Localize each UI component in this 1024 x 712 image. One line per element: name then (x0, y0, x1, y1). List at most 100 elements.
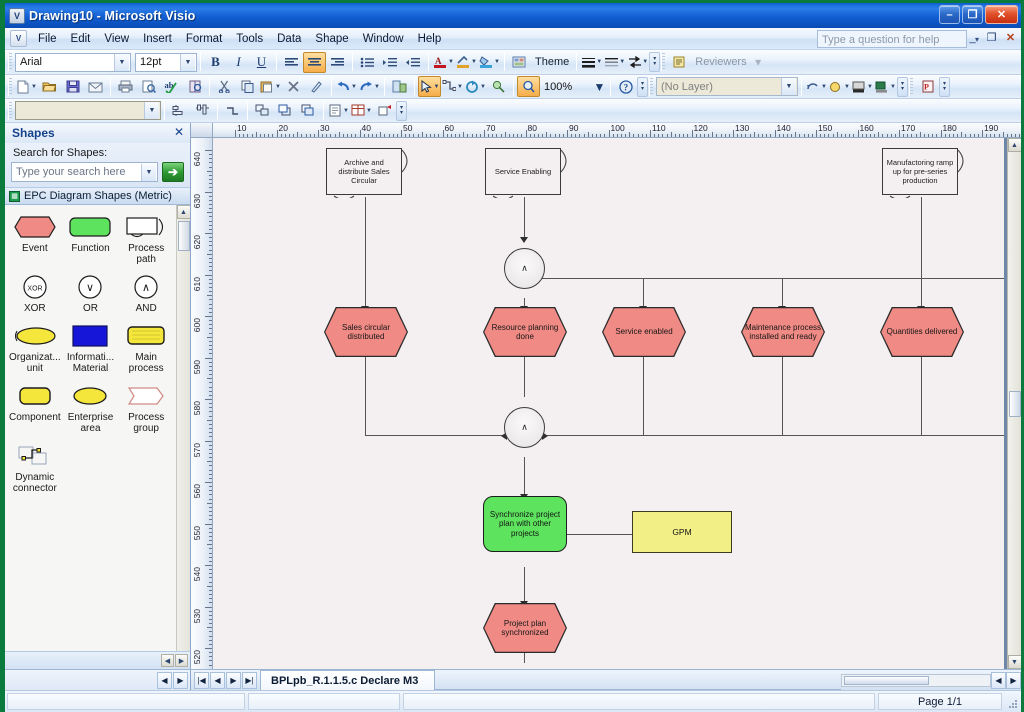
stencil-item-or[interactable]: ∨ OR (63, 271, 119, 320)
doc-close-button[interactable]: ✕ (1004, 31, 1017, 44)
rotate-left-icon[interactable]: ▼ (805, 76, 828, 97)
last-page-button[interactable]: ▶| (242, 671, 257, 689)
diagram-node-process-path[interactable]: Manufactoring ramp up for pre-series pro… (882, 148, 966, 198)
chevron-down-icon[interactable]: ▾ (751, 52, 766, 73)
close-icon[interactable]: ✕ (174, 125, 184, 139)
search-input[interactable]: Type your search here ▼ (11, 162, 158, 182)
diagram-node-information[interactable]: GPM (632, 511, 732, 553)
group-icon[interactable] (251, 100, 274, 121)
pdf-icon[interactable]: P (916, 76, 939, 97)
chevron-down-icon[interactable]: ▼ (781, 78, 796, 95)
diagram-node-event[interactable]: Resource planning done (483, 307, 567, 357)
stencil-item-main-process[interactable]: Main process (118, 320, 174, 380)
bullet-list-icon[interactable] (356, 52, 379, 73)
page-tab-active[interactable]: BPLpb_R.1.1.5.c Declare M3 (260, 670, 436, 690)
next-page-button[interactable]: ▶ (226, 671, 241, 689)
stencil-item-dynamic-connector[interactable]: Dynamic connector (7, 440, 63, 500)
theme-label[interactable]: Theme (531, 56, 573, 68)
font-size-combo[interactable]: 12pt ▼ (135, 52, 197, 72)
minimize-button[interactable]: – (939, 5, 960, 24)
spelling-icon[interactable]: ab (160, 76, 183, 97)
chevron-down-icon[interactable]: ▼ (642, 59, 648, 65)
chevron-down-icon[interactable]: ▼ (366, 108, 372, 114)
chevron-down-icon[interactable]: ▼ (596, 59, 602, 65)
menu-data[interactable]: Data (270, 30, 308, 48)
scroll-left-icon[interactable]: ◀ (991, 671, 1006, 689)
menu-help[interactable]: Help (411, 30, 449, 48)
redo-icon[interactable]: ▼ (358, 76, 381, 97)
fill-color-icon[interactable]: ▼ (478, 52, 501, 73)
chevron-down-icon[interactable]: ▼ (141, 163, 156, 181)
cut-icon[interactable] (213, 76, 236, 97)
pointer-tool-icon[interactable]: ▼ (418, 76, 441, 97)
scroll-up-icon[interactable]: ▲ (1007, 138, 1021, 152)
stencil-item-function[interactable]: Function (63, 211, 119, 271)
chevron-down-icon[interactable]: ▼ (867, 84, 873, 90)
diagram-node-process-path[interactable]: Service Enabling (485, 148, 569, 198)
diagram-node-event[interactable]: Service enabled (602, 307, 686, 357)
stencil-item-organizational-unit[interactable]: Organizat... unit (7, 320, 63, 380)
undo-icon[interactable]: ▼ (335, 76, 358, 97)
shadow-color-icon[interactable]: ▼ (874, 76, 897, 97)
toolbar-grip[interactable] (8, 53, 12, 71)
line-color-icon[interactable]: ▼ (455, 52, 478, 73)
close-button[interactable]: ✕ (985, 5, 1018, 24)
save-icon[interactable] (61, 76, 84, 97)
rotate-right-icon[interactable] (373, 100, 396, 121)
search-go-button[interactable]: ➔ (162, 162, 184, 182)
italic-button[interactable]: I (227, 52, 250, 73)
research-icon[interactable] (183, 76, 206, 97)
help-icon[interactable]: ? (614, 76, 637, 97)
menu-file[interactable]: File (31, 30, 64, 48)
align-objects-left-icon[interactable] (168, 100, 191, 121)
line-weight-icon[interactable]: ▼ (580, 52, 603, 73)
toolbar-grip[interactable] (661, 53, 666, 71)
stencil-item-component[interactable]: Component (7, 380, 63, 440)
scrollbar-thumb[interactable] (1008, 390, 1021, 417)
align-left-icon[interactable] (280, 52, 303, 73)
chevron-down-icon[interactable]: ▼ (448, 59, 454, 65)
drawing-page[interactable]: Archive and distribute Sales Circular Se… (213, 138, 1021, 669)
print-preview-icon[interactable] (137, 76, 160, 97)
stencil-item-process-path[interactable]: Process path (118, 211, 174, 271)
doc-restore-button[interactable]: ❐ (985, 31, 998, 44)
bold-button[interactable]: B (204, 52, 227, 73)
toolbar-grip[interactable] (649, 77, 653, 96)
vertical-scrollbar[interactable]: ▲ ▼ (1007, 138, 1021, 669)
scrollbar-thumb[interactable] (177, 221, 190, 251)
chevron-down-icon[interactable]: ▼ (434, 84, 440, 90)
horizontal-scrollbar[interactable] (841, 673, 991, 687)
fill-style-icon[interactable]: ▼ (828, 76, 851, 97)
panel-scroll-right-icon[interactable]: ▶ (175, 654, 188, 667)
shapes-window-icon[interactable] (388, 76, 411, 97)
style-combo[interactable]: ▼ (15, 101, 161, 120)
align-objects-top-icon[interactable] (191, 100, 214, 121)
toolbar-overflow-button[interactable]: ▾ ▾ (396, 100, 407, 121)
page-setup-icon[interactable]: ▼ (327, 100, 350, 121)
decrease-indent-icon[interactable] (402, 52, 425, 73)
menu-shape[interactable]: Shape (308, 30, 355, 48)
print-icon[interactable] (114, 76, 137, 97)
chevron-down-icon[interactable]: ▼ (180, 53, 195, 71)
line-pattern-icon[interactable]: ▼ (603, 52, 626, 73)
zoom-tool-icon[interactable] (517, 76, 540, 97)
page-surface[interactable]: Archive and distribute Sales Circular Se… (213, 138, 1021, 669)
font-color-icon[interactable]: A ▼ (432, 52, 455, 73)
underline-button[interactable]: U (250, 52, 273, 73)
menu-insert[interactable]: Insert (136, 30, 179, 48)
toolbar-overflow-button[interactable]: ▾ ▾ (649, 52, 661, 72)
chevron-down-icon[interactable]: ▼ (343, 108, 349, 114)
chevron-down-icon[interactable]: ▼ (494, 59, 500, 65)
chevron-down-icon[interactable]: ▼ (31, 84, 37, 90)
vertical-ruler[interactable]: 640 630 620 610 600 590 580 570 560 550 540 530 520 (191, 138, 213, 669)
insert-table-icon[interactable]: ▼ (350, 100, 373, 121)
chevron-down-icon[interactable]: ▼ (471, 59, 477, 65)
toolbar-overflow-button[interactable]: ▾ ▾ (939, 76, 950, 97)
font-family-combo[interactable]: Arial ▼ (15, 52, 131, 72)
chevron-down-icon[interactable]: ▼ (351, 84, 357, 90)
bring-to-front-icon[interactable] (274, 100, 297, 121)
auto-connect-icon[interactable] (221, 100, 244, 121)
align-center-icon[interactable] (303, 51, 326, 73)
scroll-up-icon[interactable]: ▲ (176, 205, 190, 219)
connector-tool-icon[interactable]: ▼ (441, 76, 464, 97)
